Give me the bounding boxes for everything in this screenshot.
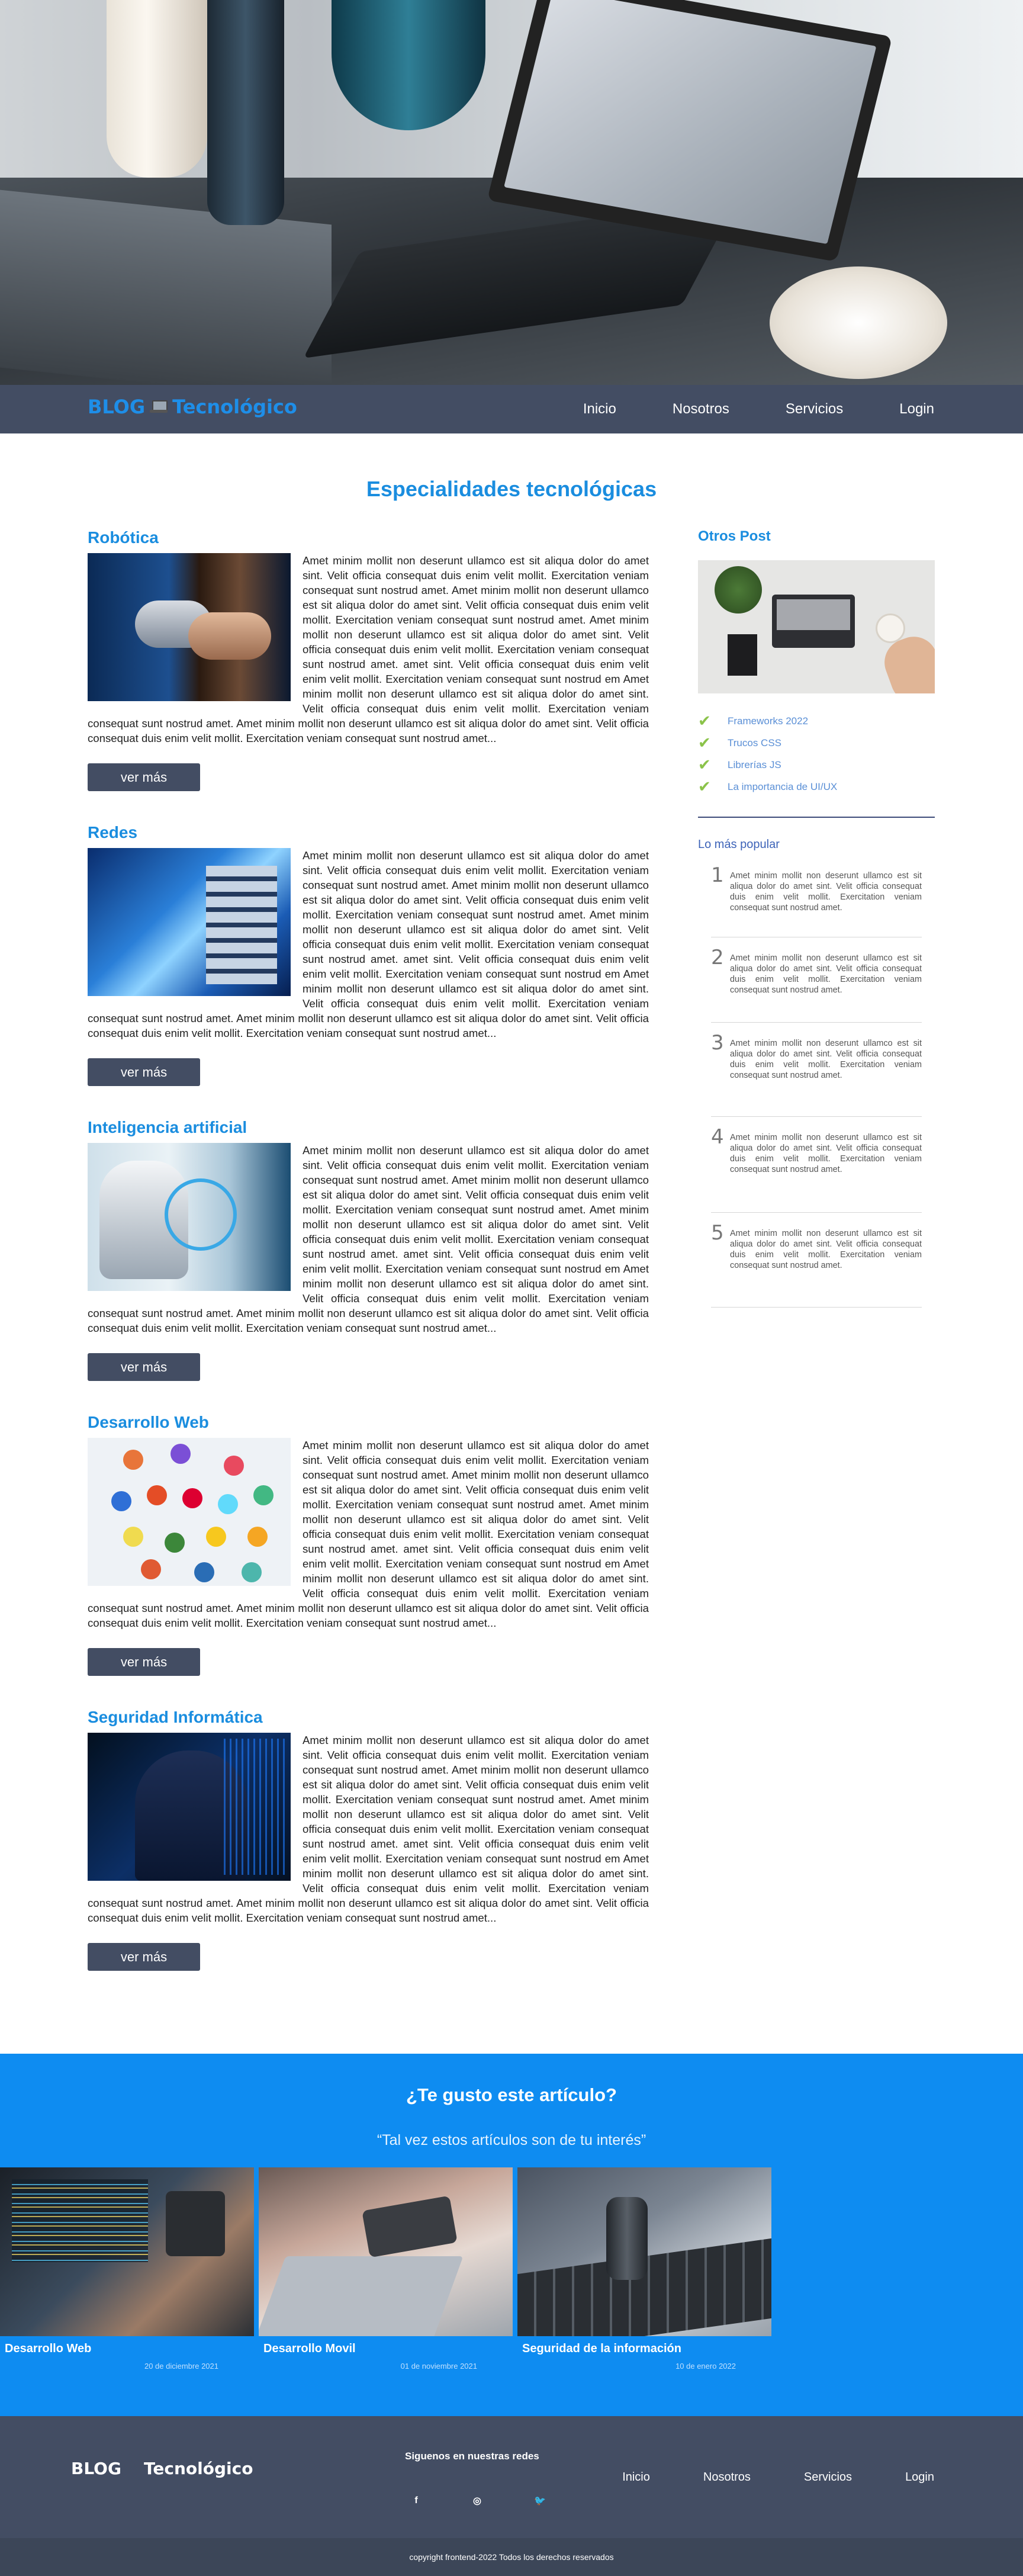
related-title: ¿Te gusto este artículo? bbox=[406, 2084, 617, 2105]
otros-post-link[interactable]: Trucos CSS bbox=[728, 737, 781, 749]
related-card[interactable]: Seguridad de la información 10 de enero … bbox=[517, 2167, 771, 2371]
article-image-robot-handshake bbox=[88, 553, 291, 701]
popular-item[interactable]: 2 Amet minim mollit non deserunt ullamco… bbox=[711, 946, 922, 1023]
facebook-icon[interactable]: f bbox=[407, 2492, 425, 2510]
otros-post-item[interactable]: ✔ Frameworks 2022 bbox=[698, 710, 935, 732]
lo-mas-popular-title: Lo más popular bbox=[698, 838, 780, 851]
popular-text: Amet minim mollit non deserunt ullamco e… bbox=[730, 871, 922, 913]
article-inteligencia-artificial: Inteligencia artificial Amet minim molli… bbox=[88, 1118, 649, 1381]
copyright-bar: copyright frontend-2022 Todos los derech… bbox=[0, 2538, 1023, 2576]
logo-blog-text: BLOG bbox=[88, 396, 146, 418]
related-image-coding-laptop bbox=[0, 2167, 254, 2336]
footer: BLOG Tecnológico Siguenos en nuestras re… bbox=[0, 2416, 1023, 2538]
check-icon: ✔ bbox=[698, 778, 711, 796]
laptop-icon bbox=[150, 400, 168, 413]
article-title[interactable]: Desarrollo Web bbox=[88, 1413, 649, 1438]
related-card-date: 10 de enero 2022 bbox=[675, 2362, 736, 2371]
article-image-network-cables bbox=[88, 848, 291, 996]
follow-us-label: Siguenos en nuestras redes bbox=[405, 2450, 539, 2462]
page-title: Especialidades tecnológicas bbox=[366, 477, 657, 501]
article-title[interactable]: Seguridad Informática bbox=[88, 1708, 649, 1733]
ver-mas-button[interactable]: ver más bbox=[88, 1648, 200, 1676]
related-card-title[interactable]: Seguridad de la información bbox=[517, 2342, 771, 2356]
popular-item[interactable]: 1 Amet minim mollit non deserunt ullamco… bbox=[711, 863, 922, 937]
popular-rank: 4 bbox=[711, 1125, 724, 1149]
related-image-padlock-keyboard bbox=[517, 2167, 771, 2336]
logo-tech-text: Tecnológico bbox=[172, 396, 297, 418]
nav-link-nosotros[interactable]: Nosotros bbox=[673, 401, 729, 417]
related-card-title[interactable]: Desarrollo Web bbox=[0, 2342, 254, 2356]
footer-links: Inicio Nosotros Servicios Login bbox=[569, 2471, 934, 2484]
nav-links: Inicio Nosotros Servicios Login bbox=[527, 385, 934, 433]
footer-logo[interactable]: BLOG Tecnológico bbox=[71, 2459, 253, 2478]
footer-logo-tech-text: Tecnológico bbox=[143, 2459, 253, 2478]
popular-text: Amet minim mollit non deserunt ullamco e… bbox=[730, 1229, 922, 1270]
popular-rank: 5 bbox=[711, 1221, 724, 1245]
twitter-icon[interactable]: 🐦 bbox=[531, 2492, 549, 2510]
ver-mas-button[interactable]: ver más bbox=[88, 1943, 200, 1971]
ver-mas-button[interactable]: ver más bbox=[88, 763, 200, 791]
popular-item[interactable]: 5 Amet minim mollit non deserunt ullamco… bbox=[711, 1221, 922, 1308]
laptop-icon bbox=[125, 2463, 140, 2475]
check-icon: ✔ bbox=[698, 756, 711, 774]
popular-rank: 1 bbox=[711, 863, 724, 887]
sidebar: Otros Post ✔ Frameworks 2022 ✔ Trucos CSS … bbox=[698, 528, 935, 1308]
footer-logo-blog-text: BLOG bbox=[71, 2459, 121, 2478]
article-seguridad-informatica: Seguridad Informática Amet minim mollit … bbox=[88, 1708, 649, 1971]
popular-item[interactable]: 4 Amet minim mollit non deserunt ullamco… bbox=[711, 1125, 922, 1213]
related-card-title[interactable]: Desarrollo Movil bbox=[259, 2342, 513, 2356]
related-articles-section: ¿Te gusto este artículo? “Tal vez estos … bbox=[0, 2054, 1023, 2416]
related-card[interactable]: Desarrollo Movil 01 de noviembre 2021 bbox=[259, 2167, 513, 2371]
otros-post-link[interactable]: Librerías JS bbox=[728, 759, 781, 771]
related-card-date: 20 de diciembre 2021 bbox=[144, 2362, 218, 2371]
footer-link-inicio[interactable]: Inicio bbox=[622, 2471, 650, 2484]
sidebar-image-desk-laptop bbox=[698, 560, 935, 693]
otros-post-item[interactable]: ✔ Librerías JS bbox=[698, 754, 935, 776]
article-image-ai-robot bbox=[88, 1143, 291, 1291]
sidebar-divider bbox=[698, 817, 935, 818]
otros-post-item[interactable]: ✔ La importancia de UI/UX bbox=[698, 776, 935, 798]
article-title[interactable]: Inteligencia artificial bbox=[88, 1118, 649, 1143]
top-navbar: BLOG Tecnológico Inicio Nosotros Servici… bbox=[0, 385, 1023, 433]
instagram-icon[interactable]: ◎ bbox=[468, 2492, 486, 2510]
ver-mas-button[interactable]: ver más bbox=[88, 1058, 200, 1086]
hero-image bbox=[0, 0, 1023, 385]
ver-mas-button[interactable]: ver más bbox=[88, 1353, 200, 1381]
otros-post-link[interactable]: La importancia de UI/UX bbox=[728, 781, 837, 793]
site-logo[interactable]: BLOG Tecnológico bbox=[88, 396, 297, 418]
otros-post-title: Otros Post bbox=[698, 528, 771, 544]
nav-link-login[interactable]: Login bbox=[899, 401, 934, 417]
article-desarrollo-web: Desarrollo Web Amet minim mollit non des… bbox=[88, 1413, 649, 1676]
related-image-phone-laptop bbox=[259, 2167, 513, 2336]
article-image-hooded-hacker bbox=[88, 1733, 291, 1881]
related-card[interactable]: Desarrollo Web 20 de diciembre 2021 bbox=[0, 2167, 254, 2371]
otros-post-item[interactable]: ✔ Trucos CSS bbox=[698, 732, 935, 754]
article-image-web-tech-logos bbox=[88, 1438, 291, 1586]
popular-text: Amet minim mollit non deserunt ullamco e… bbox=[730, 953, 922, 995]
popular-text: Amet minim mollit non deserunt ullamco e… bbox=[730, 1133, 922, 1174]
nav-link-inicio[interactable]: Inicio bbox=[583, 401, 616, 417]
otros-post-list: ✔ Frameworks 2022 ✔ Trucos CSS ✔ Librerías … bbox=[698, 710, 935, 798]
article-title[interactable]: Robótica bbox=[88, 528, 649, 553]
popular-rank: 3 bbox=[711, 1031, 724, 1055]
footer-link-nosotros[interactable]: Nosotros bbox=[703, 2471, 751, 2484]
article-redes: Redes Amet minim mollit non deserunt ull… bbox=[88, 823, 649, 1086]
popular-item[interactable]: 3 Amet minim mollit non deserunt ullamco… bbox=[711, 1031, 922, 1117]
related-subtitle: “Tal vez estos artículos son de tu inter… bbox=[377, 2132, 646, 2148]
popular-text: Amet minim mollit non deserunt ullamco e… bbox=[730, 1039, 922, 1080]
footer-link-servicios[interactable]: Servicios bbox=[804, 2471, 852, 2484]
article-robotica: Robótica Amet minim mollit non deserunt … bbox=[88, 528, 649, 791]
related-card-date: 01 de noviembre 2021 bbox=[400, 2362, 477, 2371]
check-icon: ✔ bbox=[698, 734, 711, 752]
popular-rank: 2 bbox=[711, 946, 724, 969]
footer-link-login[interactable]: Login bbox=[905, 2471, 934, 2484]
otros-post-link[interactable]: Frameworks 2022 bbox=[728, 715, 808, 727]
nav-link-servicios[interactable]: Servicios bbox=[786, 401, 843, 417]
check-icon: ✔ bbox=[698, 712, 711, 730]
article-title[interactable]: Redes bbox=[88, 823, 649, 848]
